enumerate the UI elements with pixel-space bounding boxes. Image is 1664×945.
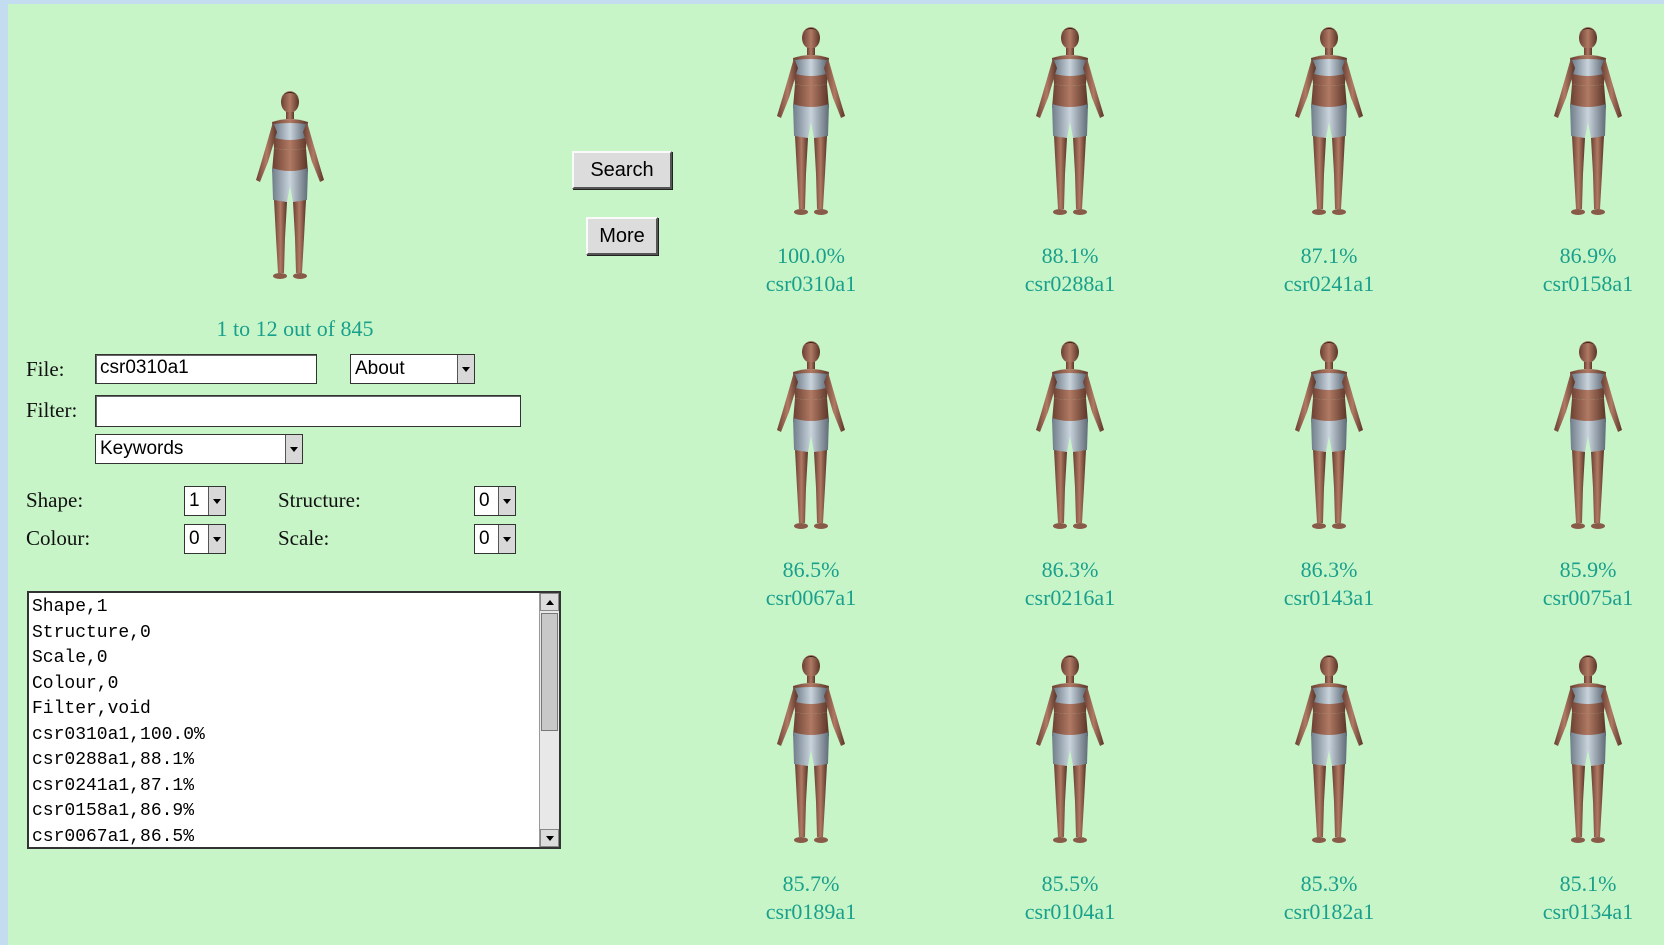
shape-select[interactable]: 1 (184, 486, 226, 516)
log-line: csr0241a1,87.1% (32, 775, 195, 796)
scrollbar-thumb[interactable] (541, 613, 558, 731)
result-filename: csr0216a1 (1024, 585, 1116, 610)
structure-select-value: 0 (479, 490, 490, 511)
result-item[interactable]: 86.3% csr0143a1 (1239, 338, 1419, 612)
search-button[interactable]: Search (572, 151, 672, 189)
result-body-scan-image[interactable] (1277, 652, 1381, 852)
scale-select-value: 0 (479, 528, 490, 549)
result-item[interactable]: 85.9% csr0075a1 (1498, 338, 1664, 612)
result-percentage: 85.5% (1041, 871, 1099, 896)
results-log-textarea[interactable]: Shape,1 Structure,0 Scale,0 Colour,0 Filter,… (27, 591, 561, 849)
result-item[interactable]: 85.5% csr0104a1 (980, 652, 1160, 926)
result-percentage: 87.1% (1300, 243, 1358, 268)
result-body-scan-image[interactable] (1018, 338, 1122, 538)
keywords-select-value: Keywords (100, 438, 184, 459)
result-percentage: 86.5% (782, 557, 840, 582)
result-item[interactable]: 86.5% csr0067a1 (721, 338, 901, 612)
log-line: csr0067a1,86.5% (32, 826, 195, 847)
result-body-scan-image[interactable] (1536, 24, 1640, 224)
result-item[interactable]: 86.9% csr0158a1 (1498, 24, 1664, 298)
result-body-scan-image[interactable] (759, 24, 863, 224)
filter-label: Filter: (26, 398, 78, 422)
log-line: Scale,0 (32, 648, 108, 668)
log-line: Colour,0 (32, 673, 119, 694)
result-filename: csr0189a1 (765, 899, 857, 924)
about-select[interactable]: About (350, 354, 475, 384)
filter-input[interactable] (95, 395, 521, 427)
scale-label: Scale: (278, 526, 330, 550)
log-lines: Shape,1 Structure,0 Scale,0 Colour,0 Filter,… (32, 595, 537, 847)
result-body-scan-image[interactable] (1018, 24, 1122, 224)
chevron-down-icon[interactable] (285, 435, 302, 463)
scroll-up-icon[interactable] (540, 593, 559, 611)
result-filename: csr0134a1 (1542, 899, 1634, 924)
result-item[interactable]: 86.3% csr0216a1 (980, 338, 1160, 612)
result-percentage: 86.9% (1559, 243, 1617, 268)
result-body-scan-image[interactable] (1277, 24, 1381, 224)
result-body-scan-image[interactable] (1536, 652, 1640, 852)
shape-select-value: 1 (189, 490, 200, 511)
result-item[interactable]: 100.0% csr0310a1 (721, 24, 901, 298)
more-button[interactable]: More (586, 217, 658, 255)
result-body-scan-image[interactable] (759, 338, 863, 538)
result-filename: csr0288a1 (1024, 271, 1116, 296)
result-item[interactable]: 88.1% csr0288a1 (980, 24, 1160, 298)
result-percentage: 85.9% (1559, 557, 1617, 582)
log-line: csr0158a1,86.9% (32, 801, 195, 821)
scale-select[interactable]: 0 (474, 524, 516, 554)
result-percentage: 85.3% (1300, 871, 1358, 896)
log-line: Structure,0 (32, 622, 151, 643)
result-percentage: 85.7% (782, 871, 840, 896)
log-line: Filter,void (32, 699, 151, 719)
chevron-down-icon[interactable] (498, 487, 515, 515)
query-body-scan-image[interactable] (235, 88, 345, 288)
colour-label: Colour: (26, 526, 91, 550)
result-percentage: 86.3% (1300, 557, 1358, 582)
result-filename: csr0241a1 (1283, 271, 1375, 296)
result-filename: csr0182a1 (1283, 899, 1375, 924)
result-filename: csr0075a1 (1542, 585, 1634, 610)
log-line: Shape,1 (32, 597, 108, 617)
colour-select[interactable]: 0 (184, 524, 226, 554)
result-body-scan-image[interactable] (1536, 338, 1640, 538)
chevron-down-icon[interactable] (498, 525, 515, 553)
result-percentage: 100.0% (777, 243, 845, 268)
result-percentage: 88.1% (1041, 243, 1099, 268)
result-filename: csr0104a1 (1024, 899, 1116, 924)
colour-select-value: 0 (189, 528, 200, 549)
structure-label: Structure: (278, 488, 361, 512)
result-item[interactable]: 85.3% csr0182a1 (1239, 652, 1419, 926)
file-label: File: (26, 357, 65, 381)
result-body-scan-image[interactable] (759, 652, 863, 852)
result-percentage: 85.1% (1559, 871, 1617, 896)
scroll-down-icon[interactable] (540, 829, 559, 847)
chevron-down-icon[interactable] (208, 487, 225, 515)
about-select-value: About (355, 358, 405, 379)
result-item[interactable]: 85.1% csr0134a1 (1498, 652, 1664, 926)
shape-label: Shape: (26, 488, 84, 512)
result-count: 1 to 12 out of 845 (216, 316, 374, 341)
result-filename: csr0310a1 (765, 271, 857, 296)
log-line: csr0288a1,88.1% (32, 750, 195, 770)
result-filename: csr0143a1 (1283, 585, 1375, 610)
result-body-scan-image[interactable] (1277, 338, 1381, 538)
result-filename: csr0158a1 (1542, 271, 1634, 296)
log-line: csr0310a1,100.0% (32, 724, 205, 745)
result-item[interactable]: 87.1% csr0241a1 (1239, 24, 1419, 298)
log-scrollbar[interactable] (539, 593, 559, 847)
structure-select[interactable]: 0 (474, 486, 516, 516)
result-filename: csr0067a1 (765, 585, 857, 610)
file-input[interactable]: csr0310a1 (95, 354, 317, 384)
result-item[interactable]: 85.7% csr0189a1 (721, 652, 901, 926)
chevron-down-icon[interactable] (208, 525, 225, 553)
keywords-select[interactable]: Keywords (95, 434, 303, 464)
result-percentage: 86.3% (1041, 557, 1099, 582)
result-body-scan-image[interactable] (1018, 652, 1122, 852)
chevron-down-icon[interactable] (457, 355, 474, 383)
